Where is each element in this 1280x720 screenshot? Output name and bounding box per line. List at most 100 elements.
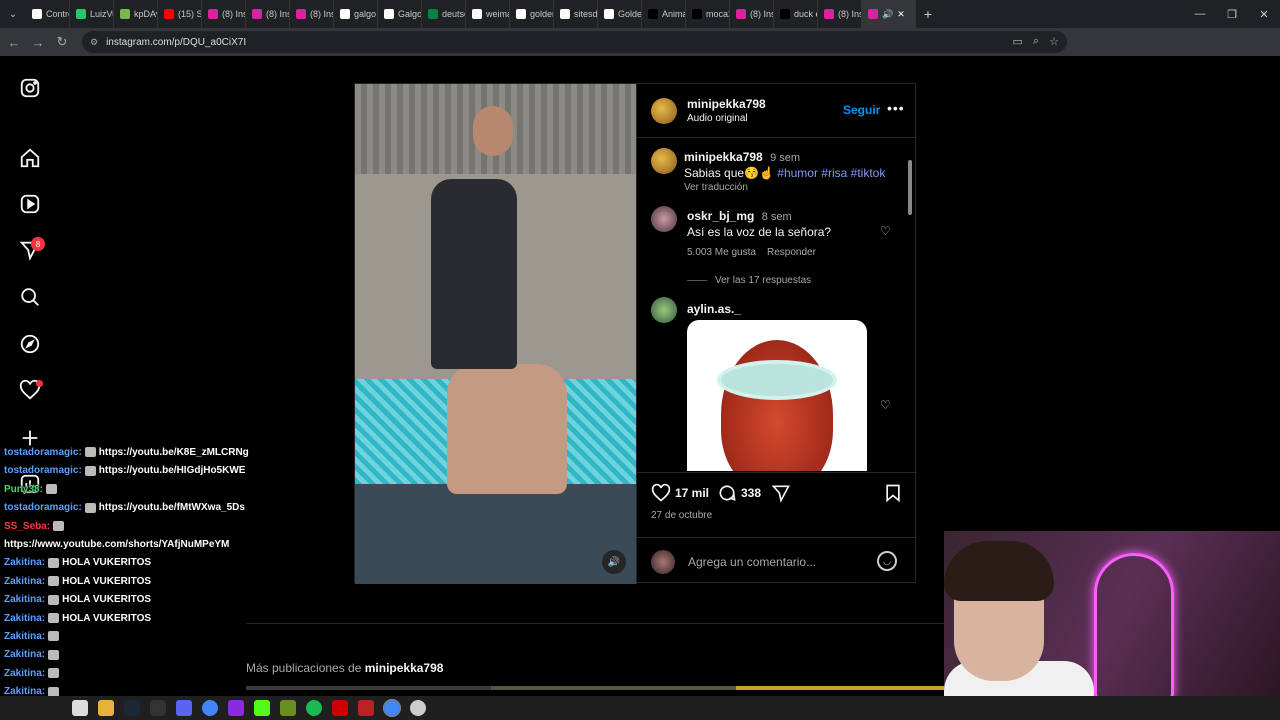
caption-hashtags[interactable]: #humor #risa #tiktok (777, 166, 885, 180)
like-heart-icon[interactable] (651, 483, 671, 508)
browser-tab[interactable]: (8) Ins (202, 0, 246, 28)
like-comment-heart-icon-2[interactable]: ♡ (880, 398, 892, 412)
browser-tab[interactable]: moca2 (686, 0, 730, 28)
browser-tab[interactable]: duck e (774, 0, 818, 28)
like-comment-heart-icon[interactable]: ♡ (880, 224, 892, 238)
browser-tab[interactable]: LuizVu (70, 0, 114, 28)
chat-username[interactable]: Zakitina: (4, 631, 45, 642)
caption-username[interactable]: minipekka798 (684, 150, 763, 164)
browser-tab[interactable]: Golder (598, 0, 642, 28)
chat-username[interactable]: Puny38: (4, 484, 43, 495)
browser-tab[interactable]: golder (510, 0, 554, 28)
chrome-active-icon[interactable] (383, 699, 401, 717)
browser-tab[interactable]: Contro (26, 0, 70, 28)
site-info-icon[interactable]: ⚙ (90, 37, 98, 48)
chat-username[interactable]: Zakitina: (4, 613, 45, 624)
minecraft-icon[interactable] (280, 700, 296, 716)
browser-tab[interactable]: (15) Sc (158, 0, 202, 28)
follow-button[interactable]: Seguir (843, 103, 880, 117)
bookmark-star-icon[interactable]: ☆ (1049, 35, 1059, 48)
comment-icon[interactable] (717, 483, 737, 508)
browser-tab[interactable]: (8) Ins (818, 0, 862, 28)
audio-label[interactable]: Audio original (687, 113, 748, 124)
speaker-icon[interactable]: 🔊 (882, 9, 893, 20)
chat-username[interactable]: Zakitina: (4, 557, 45, 568)
see-translation-link[interactable]: Ver traducción (684, 182, 748, 193)
save-bookmark-icon[interactable] (883, 483, 903, 508)
more-options-icon[interactable]: ••• (887, 100, 905, 116)
author-avatar[interactable] (651, 98, 677, 124)
comment-username[interactable]: oskr_bj_mg (687, 209, 754, 223)
browser-tab[interactable]: (8) Ins (246, 0, 290, 28)
comment-likes[interactable]: 5.003 Me gusta (687, 247, 756, 258)
browser-tab[interactable]: Galgo (378, 0, 422, 28)
close-window-button[interactable]: ✕ (1248, 0, 1280, 28)
comments-scrollbar[interactable] (907, 148, 913, 468)
opera-icon[interactable] (332, 700, 348, 716)
chat-username[interactable]: tostadoramagic: (4, 447, 82, 458)
comment-avatar[interactable] (651, 206, 677, 232)
chat-username[interactable]: Zakitina: (4, 649, 45, 660)
minimize-button[interactable]: — (1184, 0, 1216, 28)
reels-icon[interactable] (18, 192, 42, 216)
explore-icon[interactable] (18, 332, 42, 356)
likes-count[interactable]: 17 mil (675, 486, 709, 500)
discord-icon[interactable] (176, 700, 192, 716)
app-c-icon[interactable] (228, 700, 244, 716)
new-tab-button[interactable]: + (916, 6, 940, 22)
author-username[interactable]: minipekka798 (687, 97, 766, 111)
emoji-icon[interactable]: ◡ (877, 551, 897, 571)
browser-tab[interactable]: (8) Ins (730, 0, 774, 28)
tab-close-icon[interactable]: ✕ (897, 9, 905, 20)
address-bar[interactable]: ⚙ instagram.com/p/DQU_a0CiX7I ▭ ⌕ ☆ (82, 31, 1067, 53)
browser-tab[interactable]: weima (466, 0, 510, 28)
chat-username[interactable]: Zakitina: (4, 668, 45, 679)
browser-tab[interactable]: sitesde (554, 0, 598, 28)
zoom-icon[interactable]: ⌕ (1033, 35, 1039, 48)
obs-icon[interactable] (150, 700, 166, 716)
home-icon[interactable] (18, 146, 42, 170)
browser-tab[interactable]: Anima (642, 0, 686, 28)
app-icon[interactable] (410, 700, 426, 716)
tab-search-icon[interactable]: ⌄ (0, 0, 26, 28)
forward-button[interactable]: → (26, 28, 50, 56)
restore-button[interactable]: ❐ (1216, 0, 1248, 28)
comments-list[interactable]: minipekka798 9 sem Sabias que😚☝ #humor #… (637, 138, 917, 471)
instagram-logo-icon[interactable] (18, 76, 42, 100)
caption-avatar[interactable] (651, 148, 677, 174)
folder-icon[interactable] (98, 700, 114, 716)
back-button[interactable]: ← (2, 28, 26, 56)
more-posts-username[interactable]: minipekka798 (365, 661, 444, 675)
reload-button[interactable]: ↻ (50, 28, 74, 56)
chat-username[interactable]: SS_Seba: (4, 521, 50, 532)
browser-tab[interactable]: galgo (334, 0, 378, 28)
mute-button[interactable]: 🔊 (602, 550, 626, 574)
post-video[interactable]: 🔊 (355, 84, 636, 584)
chat-username[interactable]: tostadoramagic: (4, 465, 82, 476)
chrome-icon[interactable] (202, 700, 218, 716)
steam-icon[interactable] (124, 700, 140, 716)
chat-username[interactable]: tostadoramagic: (4, 502, 82, 513)
comment-avatar-2[interactable] (651, 297, 677, 323)
kick-icon[interactable] (254, 700, 270, 716)
share-icon[interactable] (771, 483, 791, 508)
view-replies-link[interactable]: Ver las 17 respuestas (715, 275, 811, 286)
spotify-icon[interactable] (306, 700, 322, 716)
browser-tab[interactable]: (8) Ins (290, 0, 334, 28)
cast-icon[interactable]: ▭ (1013, 35, 1023, 48)
comment-input[interactable]: Agrega un comentario... (688, 555, 816, 569)
chat-emote-icon (48, 594, 60, 605)
voicemeeter-icon[interactable] (358, 700, 374, 716)
scrollbar-thumb[interactable] (908, 160, 912, 215)
browser-tab[interactable]: kpDAv (114, 0, 158, 28)
chat-username[interactable]: Zakitina: (4, 576, 45, 587)
comments-count[interactable]: 338 (741, 486, 761, 500)
tab-active[interactable]: 🔊 ✕ (862, 0, 916, 28)
reply-button[interactable]: Responder (767, 247, 816, 258)
chat-username[interactable]: Zakitina: (4, 594, 45, 605)
file-explorer-icon[interactable] (72, 700, 88, 716)
more-posts-thumbnails[interactable] (246, 686, 946, 690)
comment-username-2[interactable]: aylin.as._ (687, 302, 741, 316)
browser-tab[interactable]: deutsc (422, 0, 466, 28)
search-icon[interactable] (18, 285, 42, 309)
